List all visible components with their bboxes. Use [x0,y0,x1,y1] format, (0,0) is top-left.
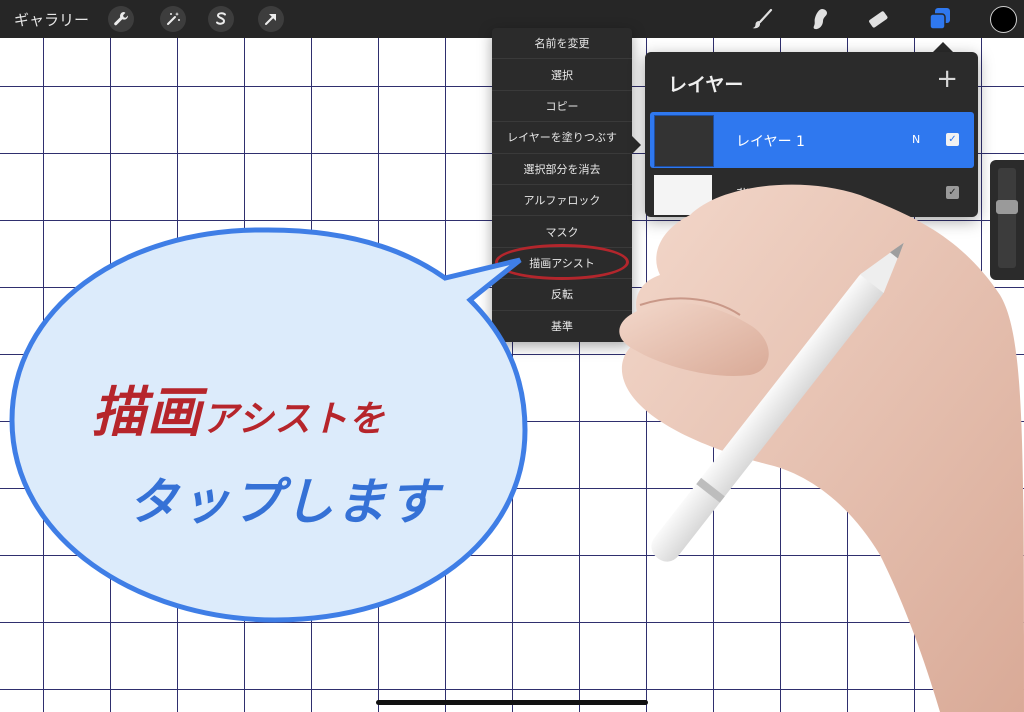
selection-icon[interactable] [208,6,234,32]
panel-pointer [933,42,953,52]
hand-with-pencil [619,184,1024,712]
callout-text-line1: 描画アシストを [92,368,386,447]
transform-arrow-icon[interactable] [258,6,284,32]
magic-wand-icon[interactable] [160,6,186,32]
callout-text-small: アシストを [202,399,386,440]
menu-item-rename[interactable]: 名前を変更 [492,28,632,60]
layer-name: レイヤー 1 [736,134,805,150]
brush-icon[interactable] [748,5,776,33]
visibility-checkbox[interactable]: ✓ [946,133,959,146]
smudge-icon[interactable] [806,5,834,33]
layers-icon[interactable] [926,5,954,33]
layers-panel-title: レイヤー [668,74,744,96]
wrench-icon[interactable] [108,6,134,32]
gallery-button[interactable]: ギャラリー [14,9,89,30]
callout-text-line2: タップします [128,473,440,531]
blend-mode-button[interactable]: N [912,133,920,146]
color-swatch[interactable] [990,6,1017,33]
eraser-icon[interactable] [864,5,892,33]
home-indicator [376,700,648,705]
menu-item-copy[interactable]: コピー [492,91,632,123]
menu-pointer [632,136,641,154]
layer-thumbnail [654,115,714,167]
layer-row[interactable]: レイヤー 1 N ✓ [650,112,974,168]
menu-item-fill-layer[interactable]: レイヤーを塗りつぶす [492,122,632,154]
callout-text-bold: 描画 [92,381,202,444]
add-layer-button[interactable]: + [936,66,958,92]
menu-item-select[interactable]: 選択 [492,59,632,91]
